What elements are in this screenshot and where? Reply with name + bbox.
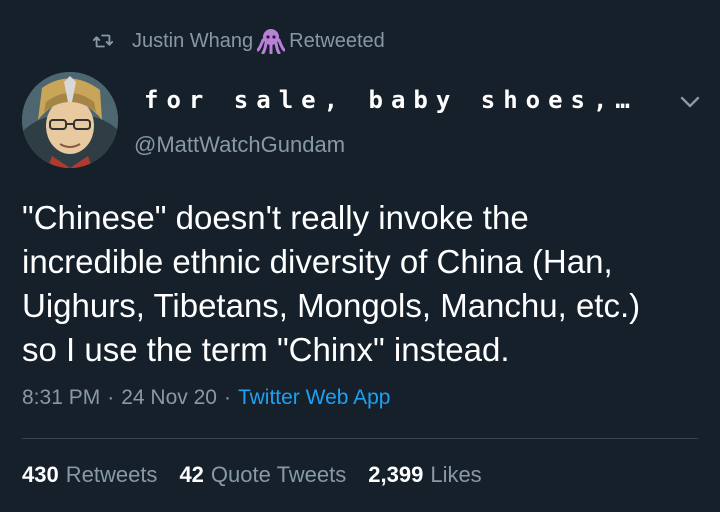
retweets-label: Retweets (65, 462, 158, 487)
likes-count: 2,399 (368, 462, 424, 487)
retweeter-name[interactable]: Justin Whang (132, 30, 253, 53)
quote-tweets-stat[interactable]: 42 Quote Tweets (179, 462, 346, 488)
quote-tweets-label: Quote Tweets (210, 462, 347, 487)
tweet-text-line: "Chinese" doesn't really invoke the (22, 199, 529, 236)
likes-stat[interactable]: 2,399 Likes (368, 462, 481, 488)
tweet-text-line: Uighurs, Tibetans, Mongols, Manchu, etc.… (22, 287, 641, 324)
meta-separator: · (107, 386, 115, 409)
tweet-date[interactable]: 24 Nov 20 (121, 386, 217, 410)
divider (22, 438, 698, 439)
retweets-count: 430 (22, 462, 59, 487)
tweet-time[interactable]: 8:31 PM (22, 386, 100, 410)
meta-separator: · (223, 386, 231, 409)
tweet-meta: 8:31 PM · 24 Nov 20 · Twitter Web App (22, 386, 390, 410)
retweet-icon (92, 34, 114, 48)
retweet-context[interactable]: Justin Whang Retweeted (92, 28, 385, 54)
display-name[interactable]: for sale, baby shoes,… (144, 86, 638, 114)
quote-tweets-count: 42 (179, 462, 204, 487)
likes-label: Likes (430, 462, 482, 487)
octopus-emoji-icon (257, 29, 286, 54)
retweeted-label: Retweeted (289, 29, 385, 52)
tweet-source-link[interactable]: Twitter Web App (238, 386, 391, 410)
tweet-text: "Chinese" doesn't really invoke the incr… (22, 196, 712, 372)
tweet-text-line: so I use the term "Chinx" instead. (22, 331, 510, 368)
engagement-stats: 430 Retweets 42 Quote Tweets 2,399 Likes (22, 462, 504, 488)
avatar-image (22, 72, 118, 168)
tweet-text-line: incredible ethnic diversity of China (Ha… (22, 243, 613, 280)
user-handle[interactable]: @MattWatchGundam (134, 132, 345, 158)
retweets-stat[interactable]: 430 Retweets (22, 462, 157, 488)
avatar[interactable] (22, 72, 118, 168)
tweet-detail: Justin Whang Retweeted for sale, baby sh… (0, 0, 720, 512)
chevron-down-icon[interactable] (678, 92, 702, 112)
